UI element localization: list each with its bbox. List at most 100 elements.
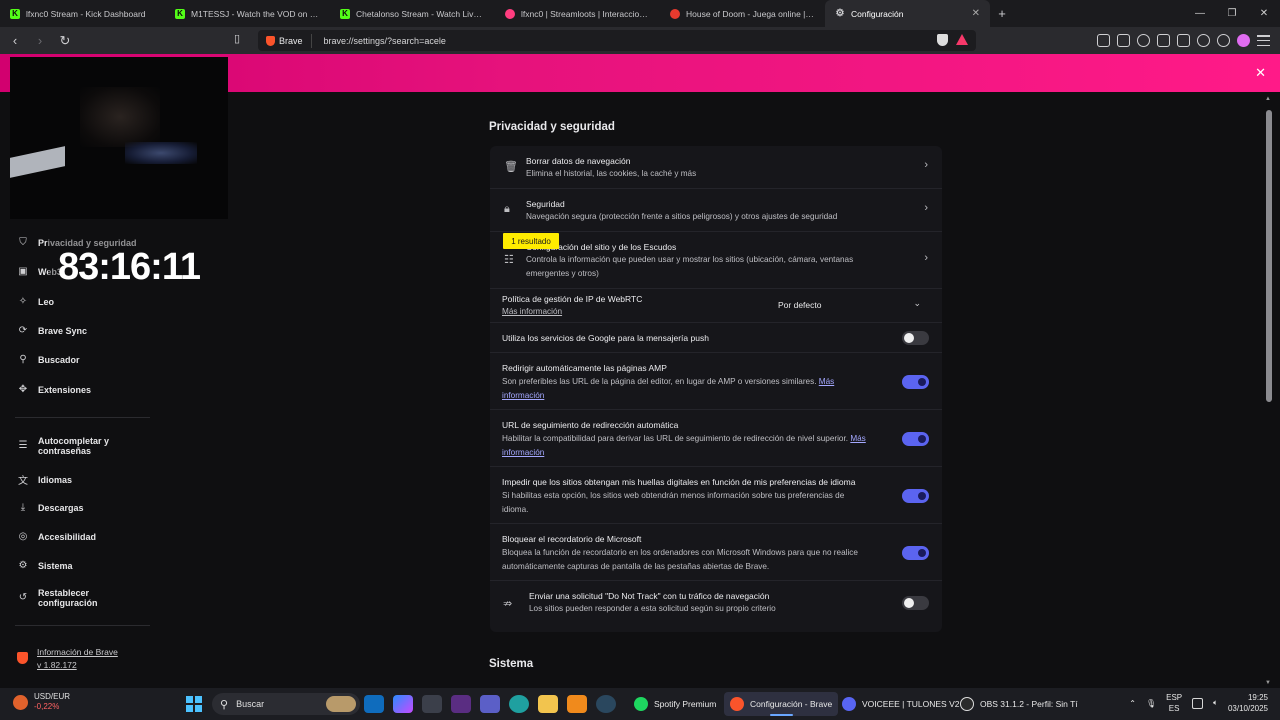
store-icon[interactable] xyxy=(422,695,442,713)
close-window-icon[interactable]: ✕ xyxy=(1248,0,1280,27)
back-icon[interactable]: ‹ xyxy=(5,31,25,51)
url-text[interactable]: brave://settings/?search=acele xyxy=(312,36,446,46)
scroll-down-icon[interactable]: ▼ xyxy=(1265,680,1271,686)
task-discord[interactable]: VOICEEE | TULONES V2 xyxy=(836,692,965,716)
task-spotify[interactable]: Spotify Premium xyxy=(628,692,722,716)
browser-tab[interactable]: K M1TESSJ - Watch the VOD on Kick xyxy=(165,0,330,27)
row-subtitle: Bloquea la función de recordatorio en lo… xyxy=(502,548,858,571)
steam-icon[interactable] xyxy=(596,695,616,713)
row-google-push: Utiliza los servicios de Google para la … xyxy=(490,323,942,353)
network-icon[interactable] xyxy=(1192,697,1204,709)
row-security[interactable]: 🔒︎ Seguridad Navegación segura (protecci… xyxy=(490,189,942,232)
list-icon: ☰ xyxy=(18,440,28,451)
sidebar-item-system[interactable]: ⚙ Sistema xyxy=(17,560,73,571)
profile-icon[interactable] xyxy=(1237,34,1250,47)
sidebar-item-label: Extensiones xyxy=(38,384,92,395)
teams-icon[interactable] xyxy=(480,695,500,713)
copilot-icon[interactable] xyxy=(393,695,413,713)
browser-tab[interactable]: House of Doom - Juega online | Beta xyxy=(660,0,825,27)
brave-info-link[interactable]: Información de Brave v 1.82.172 xyxy=(17,646,118,672)
do-not-track-toggle[interactable] xyxy=(902,596,929,610)
browser-tab-active[interactable]: ⚙ Configuración ✕ xyxy=(825,0,990,27)
row-clear-browsing-data[interactable]: 🗑 Borrar datos de navegación Elimina el … xyxy=(490,146,942,189)
ticker-icon xyxy=(13,695,28,710)
tab-title: Chetalonso Stream - Watch Live on Kick xyxy=(356,8,485,19)
microphone-icon[interactable]: 🎙︎ xyxy=(1146,699,1156,708)
system-tray: ⌃ 🎙︎ ESP ES 🔈︎ 19:25 03/10/2025 xyxy=(1129,692,1268,714)
outlook-icon[interactable] xyxy=(364,695,384,713)
stream-timer: 83:16:11 xyxy=(48,234,210,300)
sidebar-item-sync[interactable]: ⟳ Brave Sync xyxy=(17,325,87,336)
row-subtitle: Si habilitas esta opción, los sitios web… xyxy=(502,491,845,514)
more-info-link[interactable]: Más información xyxy=(502,305,562,319)
page-scrollbar[interactable]: ▲ ▼ xyxy=(1265,96,1273,686)
sidebar-item-label: Descargas xyxy=(38,502,84,513)
sidebar-item-extensions[interactable]: ✥ Extensiones xyxy=(17,384,91,395)
edge-icon[interactable] xyxy=(509,695,529,713)
sidebar-icon[interactable] xyxy=(1157,34,1170,47)
screenshot-icon[interactable] xyxy=(1117,34,1130,47)
google-push-toggle[interactable] xyxy=(902,331,929,345)
row-subtitle: Son preferibles las URL de la página del… xyxy=(502,377,817,386)
clock[interactable]: 19:25 03/10/2025 xyxy=(1228,692,1268,714)
row-title: Política de gestión de IP de WebRTC xyxy=(502,294,643,304)
close-tab-icon[interactable]: ✕ xyxy=(972,8,980,19)
sidebar-item-label: Restablecer configuración xyxy=(38,588,98,608)
sidebar-item-search[interactable]: ⚲ Buscador xyxy=(17,354,79,365)
brave-rewards-icon[interactable] xyxy=(956,34,968,45)
media-icon[interactable] xyxy=(1137,34,1150,47)
leo-toolbar-icon[interactable] xyxy=(1197,34,1210,47)
browser-tab[interactable]: Klfxnc0 Stream - Kick Dashboard xyxy=(0,0,165,27)
tab-view-icon[interactable] xyxy=(1177,34,1190,47)
sidebar-item-reset[interactable]: ↺ Restablecer configuración xyxy=(17,588,108,608)
accessibility-icon: ◎ xyxy=(18,531,28,542)
windows-taskbar: USD/EUR -0,22% ⚲ Buscar Spotify Premium Co… xyxy=(0,688,1280,720)
row-do-not-track: ⇏ Enviar una solicitud "Do Not Track" co… xyxy=(490,581,942,632)
input-language[interactable]: ESP ES xyxy=(1166,692,1182,714)
vpn-icon[interactable] xyxy=(1217,34,1230,47)
sidebar-item-languages[interactable]: 文 Idiomas xyxy=(17,472,72,488)
sidebar-item-autofill[interactable]: ☰ Autocompletar y contraseñas xyxy=(17,436,118,456)
discord-icon xyxy=(842,697,856,711)
tracking-url-toggle[interactable] xyxy=(902,432,929,446)
ticker-widget[interactable]: USD/EUR -0,22% xyxy=(13,692,70,712)
file-explorer-icon[interactable] xyxy=(538,695,558,713)
browser-tab[interactable]: lfxnc0 | Streamloots | Interacciones con… xyxy=(495,0,660,27)
brave-shields-icon[interactable] xyxy=(937,34,948,46)
close-banner-icon[interactable]: ✕ xyxy=(1255,65,1266,81)
maximize-icon[interactable]: ❐ xyxy=(1216,0,1248,27)
row-amp-redirect: Redirigir automáticamente las páginas AM… xyxy=(490,353,942,410)
sidebar-item-accessibility[interactable]: ◎ Accesibilidad xyxy=(17,531,96,542)
address-bar[interactable]: Brave brave://settings/?search=acele xyxy=(258,30,976,51)
browser-tab[interactable]: K Chetalonso Stream - Watch Live on Kick xyxy=(330,0,495,27)
sidebar-item-label: Accesibilidad xyxy=(38,531,97,542)
windows-start-icon[interactable] xyxy=(186,696,202,712)
forward-icon[interactable]: › xyxy=(30,31,50,51)
taskbar-search[interactable]: ⚲ Buscar xyxy=(212,693,360,715)
app-purple-icon[interactable] xyxy=(451,695,471,713)
scrollbar-thumb[interactable] xyxy=(1266,110,1272,402)
microsoft-recall-toggle[interactable] xyxy=(902,546,929,560)
vlc-icon[interactable] xyxy=(567,695,587,713)
new-tab-button[interactable]: + xyxy=(990,6,1014,21)
sidebar-item-downloads[interactable]: ⤓ Descargas xyxy=(17,502,84,513)
language-fingerprint-toggle[interactable] xyxy=(902,489,929,503)
extensions-icon[interactable] xyxy=(1097,34,1110,47)
minimize-icon[interactable]: — xyxy=(1184,0,1216,27)
menu-icon[interactable] xyxy=(1257,34,1270,47)
bookmark-icon[interactable]: ▯ xyxy=(234,32,240,45)
speaker-icon[interactable]: 🔈︎ xyxy=(1213,698,1218,708)
reload-icon[interactable]: ↻ xyxy=(55,31,75,51)
brave-site-chip[interactable]: Brave xyxy=(258,35,311,46)
task-brave[interactable]: Configuración - Brave xyxy=(724,692,839,716)
webrtc-policy-select[interactable]: Por defecto ⌄ xyxy=(772,296,928,314)
tab-title: lfxnc0 Stream - Kick Dashboard xyxy=(26,8,146,19)
section-title-system: Sistema xyxy=(489,658,534,670)
task-obs[interactable]: OBS 31.1.2 - Perfil: Sin Tí xyxy=(954,692,1084,716)
sync-icon: ⟳ xyxy=(18,325,28,336)
webcam-overlay xyxy=(10,57,228,219)
chevron-up-icon[interactable]: ⌃ xyxy=(1129,699,1136,708)
scroll-up-icon[interactable]: ▲ xyxy=(1265,96,1271,102)
amp-redirect-toggle[interactable] xyxy=(902,375,929,389)
streamloots-icon xyxy=(505,8,515,19)
